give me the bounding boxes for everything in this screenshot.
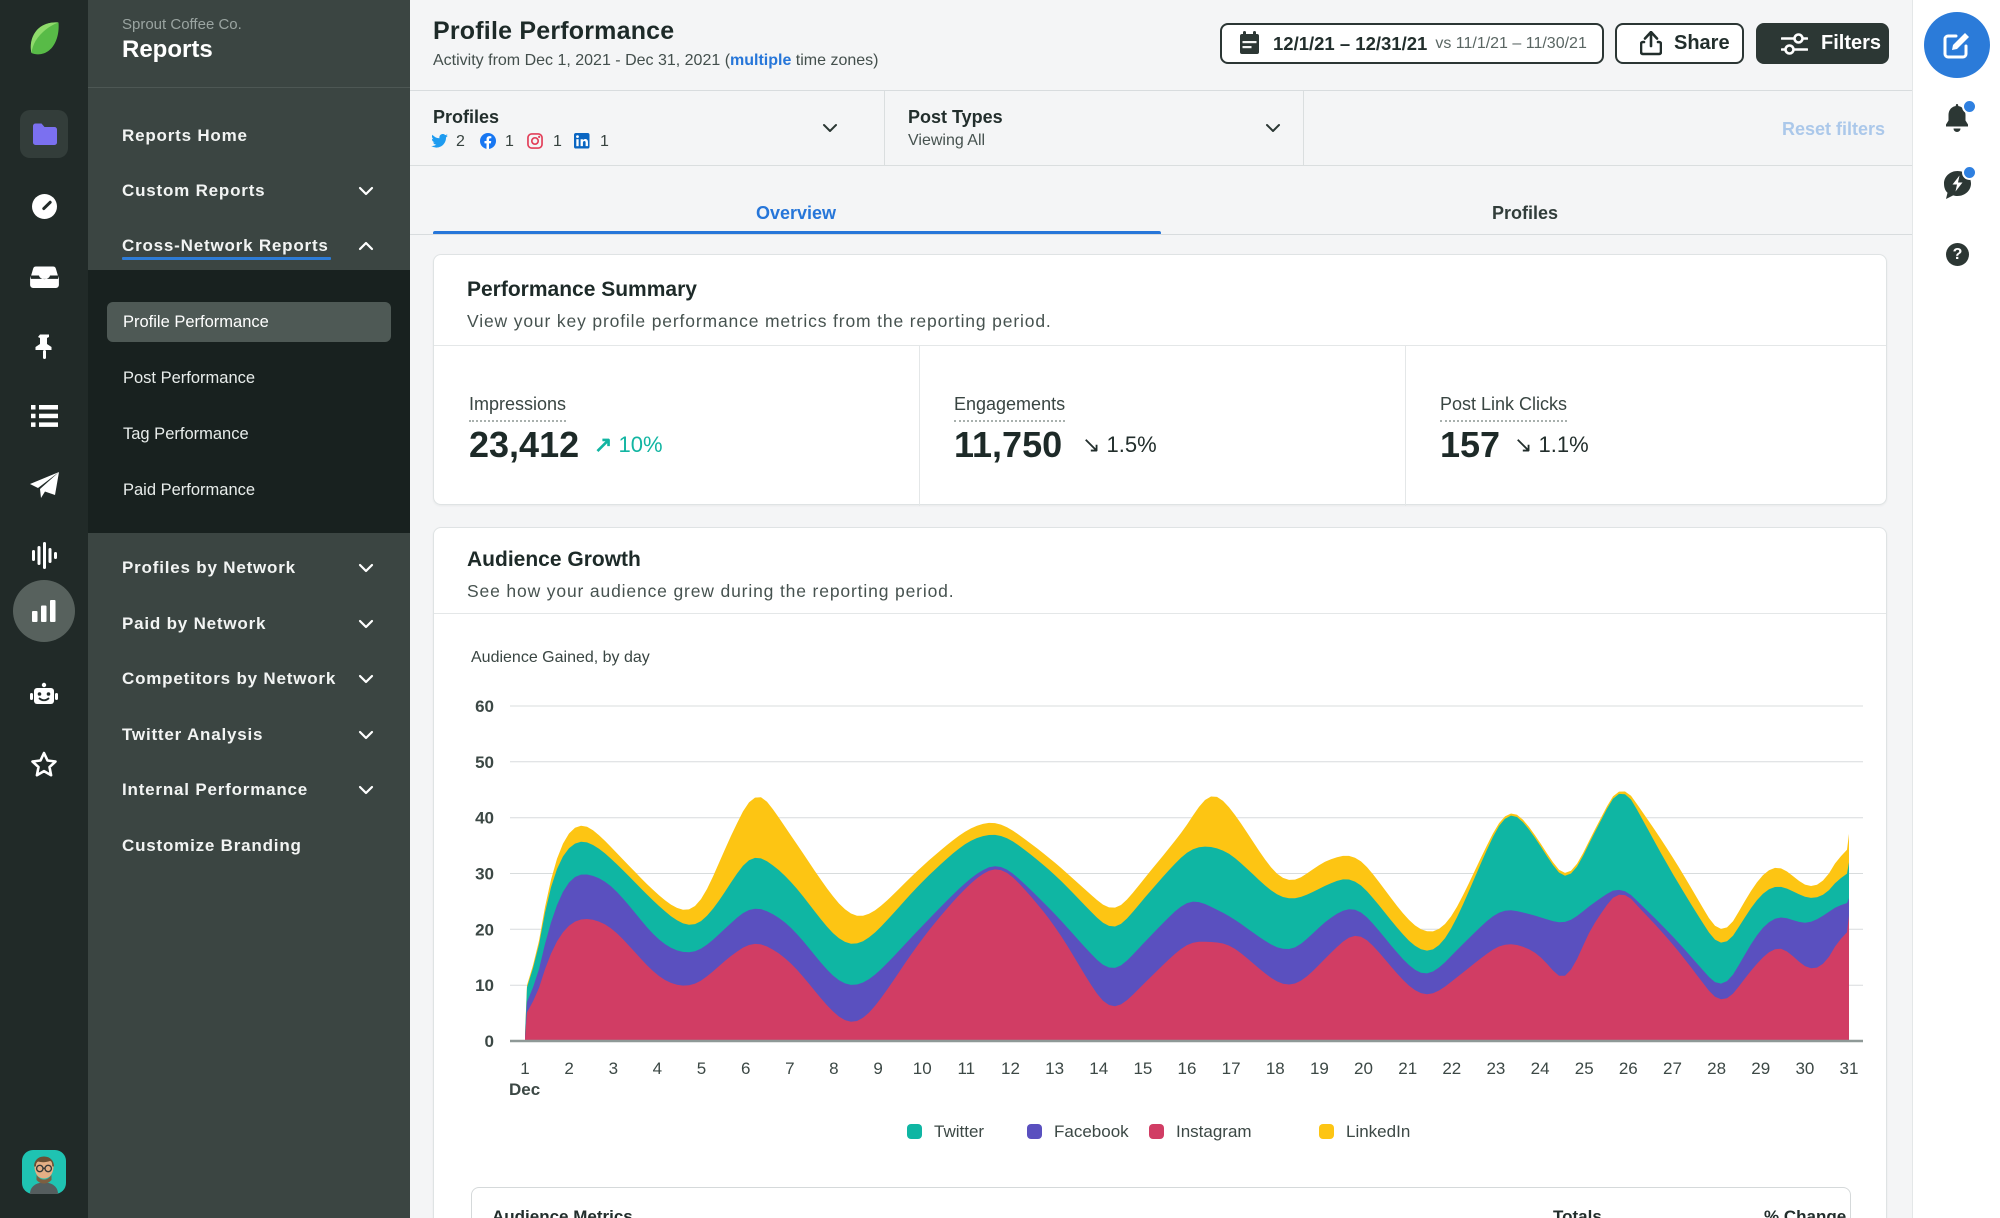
svg-text:6: 6 [741,1059,750,1078]
svg-text:27: 27 [1663,1059,1682,1078]
svg-text:40: 40 [475,809,494,828]
svg-text:20: 20 [475,920,494,939]
svg-text:16: 16 [1178,1059,1197,1078]
svg-text:14: 14 [1089,1059,1108,1078]
svg-text:28: 28 [1707,1059,1726,1078]
svg-text:11: 11 [957,1059,975,1078]
svg-text:50: 50 [475,753,494,772]
svg-text:10: 10 [913,1059,932,1078]
svg-text:5: 5 [697,1059,706,1078]
svg-text:13: 13 [1045,1059,1064,1078]
svg-text:3: 3 [609,1059,618,1078]
svg-text:4: 4 [653,1059,662,1078]
svg-text:9: 9 [873,1059,882,1078]
svg-text:22: 22 [1442,1059,1461,1078]
svg-text:20: 20 [1354,1059,1373,1078]
svg-text:17: 17 [1222,1059,1241,1078]
svg-text:30: 30 [1795,1059,1814,1078]
svg-text:8: 8 [829,1059,838,1078]
svg-text:60: 60 [475,697,494,716]
svg-text:18: 18 [1266,1059,1285,1078]
svg-text:0: 0 [485,1032,494,1051]
svg-text:15: 15 [1133,1059,1152,1078]
svg-text:Dec: Dec [509,1080,540,1099]
svg-text:31: 31 [1840,1059,1859,1078]
svg-text:25: 25 [1575,1059,1594,1078]
svg-text:2: 2 [564,1059,573,1078]
svg-text:1: 1 [520,1059,529,1078]
svg-text:10: 10 [475,976,494,995]
svg-text:7: 7 [785,1059,794,1078]
svg-text:26: 26 [1619,1059,1638,1078]
svg-text:19: 19 [1310,1059,1329,1078]
svg-text:12: 12 [1001,1059,1020,1078]
svg-text:30: 30 [475,865,494,884]
svg-text:23: 23 [1486,1059,1505,1078]
svg-text:24: 24 [1531,1059,1550,1078]
svg-text:29: 29 [1751,1059,1770,1078]
svg-text:21: 21 [1398,1059,1417,1078]
